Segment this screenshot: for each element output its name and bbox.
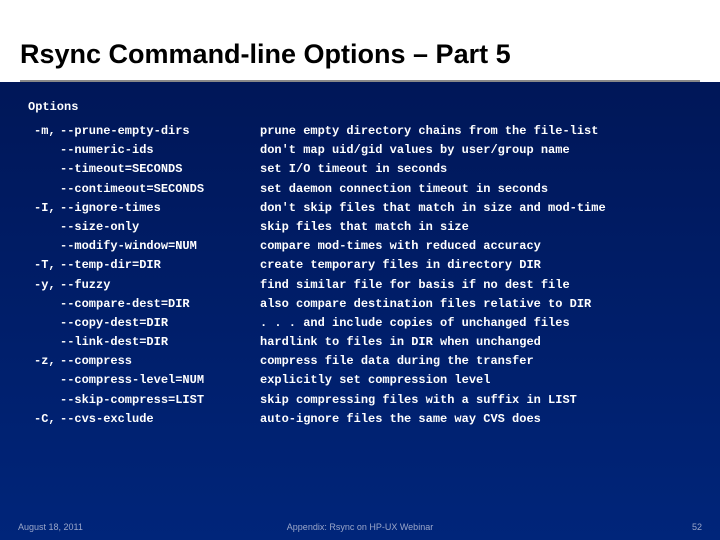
option-desc: compare mod-times with reduced accuracy	[260, 237, 606, 256]
option-desc: hardlink to files in DIR when unchanged	[260, 333, 606, 352]
option-row: -I,--ignore-timesdon't skip files that m…	[28, 199, 606, 218]
option-long: --modify-window=NUM	[60, 237, 260, 256]
options-table: -m,--prune-empty-dirsprune empty directo…	[28, 122, 606, 429]
option-long: --timeout=SECONDS	[60, 160, 260, 179]
option-desc: . . . and include copies of unchanged fi…	[260, 314, 606, 333]
option-short	[28, 391, 60, 410]
option-long: --compress	[60, 352, 260, 371]
section-header: Options	[28, 100, 692, 114]
option-short	[28, 218, 60, 237]
option-desc: skip files that match in size	[260, 218, 606, 237]
option-short: -m,	[28, 122, 60, 141]
option-long: --fuzzy	[60, 276, 260, 295]
option-short	[28, 295, 60, 314]
option-desc: set daemon connection timeout in seconds	[260, 180, 606, 199]
option-desc: auto-ignore files the same way CVS does	[260, 410, 606, 429]
option-desc: find similar file for basis if no dest f…	[260, 276, 606, 295]
option-short: -T,	[28, 256, 60, 275]
option-long: --cvs-exclude	[60, 410, 260, 429]
option-long: --copy-dest=DIR	[60, 314, 260, 333]
option-long: --temp-dir=DIR	[60, 256, 260, 275]
option-short	[28, 314, 60, 333]
option-desc: don't skip files that match in size and …	[260, 199, 606, 218]
option-short	[28, 141, 60, 160]
option-row: --modify-window=NUMcompare mod-times wit…	[28, 237, 606, 256]
option-desc: explicitly set compression level	[260, 371, 606, 390]
option-row: -T,--temp-dir=DIRcreate temporary files …	[28, 256, 606, 275]
option-desc: also compare destination files relative …	[260, 295, 606, 314]
option-desc: set I/O timeout in seconds	[260, 160, 606, 179]
option-long: --numeric-ids	[60, 141, 260, 160]
option-desc: skip compressing files with a suffix in …	[260, 391, 606, 410]
option-long: --prune-empty-dirs	[60, 122, 260, 141]
option-row: --skip-compress=LISTskip compressing fil…	[28, 391, 606, 410]
option-row: -z,--compresscompress file data during t…	[28, 352, 606, 371]
option-short: -z,	[28, 352, 60, 371]
option-row: -y,--fuzzyfind similar file for basis if…	[28, 276, 606, 295]
option-long: --compare-dest=DIR	[60, 295, 260, 314]
title-bar: Rsync Command-line Options – Part 5	[0, 0, 720, 82]
option-short: -I,	[28, 199, 60, 218]
option-row: -C,--cvs-excludeauto-ignore files the sa…	[28, 410, 606, 429]
option-row: -m,--prune-empty-dirsprune empty directo…	[28, 122, 606, 141]
slide-body: Options -m,--prune-empty-dirsprune empty…	[0, 82, 720, 429]
option-long: --skip-compress=LIST	[60, 391, 260, 410]
option-row: --timeout=SECONDSset I/O timeout in seco…	[28, 160, 606, 179]
option-desc: compress file data during the transfer	[260, 352, 606, 371]
option-short	[28, 237, 60, 256]
footer-center: Appendix: Rsync on HP-UX Webinar	[0, 522, 720, 532]
option-row: --link-dest=DIRhardlink to files in DIR …	[28, 333, 606, 352]
option-desc: create temporary files in directory DIR	[260, 256, 606, 275]
option-row: --copy-dest=DIR. . . and include copies …	[28, 314, 606, 333]
page-title: Rsync Command-line Options – Part 5	[20, 39, 700, 82]
option-short	[28, 180, 60, 199]
option-long: --ignore-times	[60, 199, 260, 218]
option-desc: prune empty directory chains from the fi…	[260, 122, 606, 141]
option-long: --contimeout=SECONDS	[60, 180, 260, 199]
option-short: -C,	[28, 410, 60, 429]
option-row: --compress-level=NUMexplicitly set compr…	[28, 371, 606, 390]
footer: August 18, 2011 Appendix: Rsync on HP-UX…	[0, 522, 720, 532]
option-row: --contimeout=SECONDSset daemon connectio…	[28, 180, 606, 199]
option-row: --compare-dest=DIRalso compare destinati…	[28, 295, 606, 314]
option-short: -y,	[28, 276, 60, 295]
option-row: --numeric-idsdon't map uid/gid values by…	[28, 141, 606, 160]
option-short	[28, 333, 60, 352]
option-row: --size-onlyskip files that match in size	[28, 218, 606, 237]
option-long: --compress-level=NUM	[60, 371, 260, 390]
option-desc: don't map uid/gid values by user/group n…	[260, 141, 606, 160]
option-short	[28, 371, 60, 390]
option-long: --size-only	[60, 218, 260, 237]
option-short	[28, 160, 60, 179]
option-long: --link-dest=DIR	[60, 333, 260, 352]
